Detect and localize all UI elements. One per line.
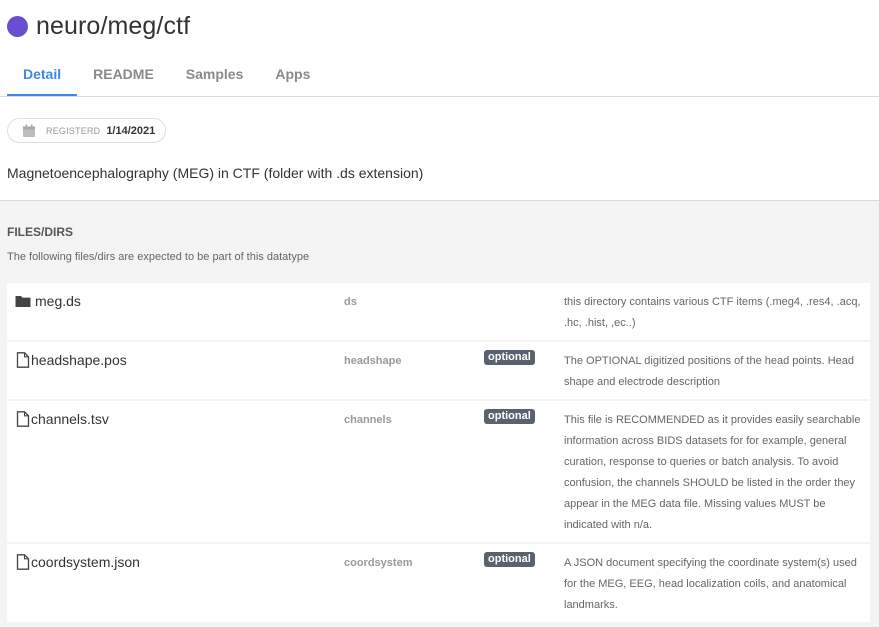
file-name: channels.tsv [31,411,109,427]
file-id: channels [344,414,392,426]
file-row: meg.ds ds this directory contains variou… [7,283,870,342]
files-subtitle: The following files/dirs are expected to… [7,251,310,263]
file-description: this directory contains various CTF item… [564,296,861,329]
registered-badge: REGISTERD 1/14/2021 [7,118,166,143]
file-row: headshape.pos headshape optional The OPT… [7,342,870,401]
file-description: A JSON document specifying the coordinat… [564,557,857,611]
optional-badge: optional [484,350,535,365]
file-row: channels.tsv channels optional This file… [7,401,870,544]
tab-detail[interactable]: Detail [7,55,78,96]
page-title: neuro/meg/ctf [36,11,191,40]
tab-divider [0,96,879,97]
page-header: neuro/meg/ctf [7,10,190,42]
file-description: The OPTIONAL digitized positions of the … [564,355,855,388]
datatype-color-dot [7,15,28,37]
file-icon [15,352,31,368]
file-list: meg.ds ds this directory contains variou… [7,283,870,624]
file-description: This file is RECOMMENDED as it provides … [564,414,861,531]
file-id: headshape [344,355,402,367]
calendar-icon [22,124,36,138]
file-id: coordsystem [344,557,413,569]
optional-badge: optional [484,409,535,424]
file-name: meg.ds [35,293,81,309]
folder-icon [15,293,31,309]
file-name: headshape.pos [31,352,127,368]
file-name: coordsystem.json [31,554,140,570]
files-section: FILES/DIRS The following files/dirs are … [0,200,879,627]
file-id: ds [344,296,357,308]
optional-badge: optional [484,552,535,567]
tab-bar: Detail README Samples Apps [7,55,326,96]
registered-label: REGISTERD [46,125,101,136]
file-icon [15,411,31,427]
tab-apps[interactable]: Apps [259,55,326,96]
tab-readme[interactable]: README [77,55,170,96]
file-row: coordsystem.json coordsystem optional A … [7,544,870,624]
registered-date: 1/14/2021 [106,124,156,137]
datatype-description: Magnetoencephalography (MEG) in CTF (fol… [7,165,424,181]
tab-samples[interactable]: Samples [170,55,260,96]
files-heading: FILES/DIRS [7,225,74,239]
file-icon [15,554,31,570]
